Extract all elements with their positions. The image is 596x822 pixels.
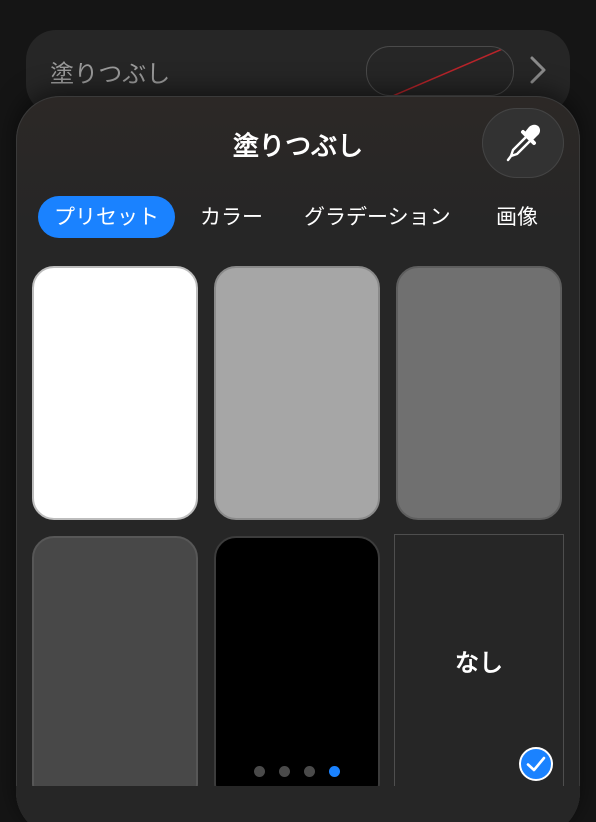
page-dot xyxy=(279,766,290,777)
page-indicator[interactable] xyxy=(254,766,340,778)
page-dot xyxy=(254,766,265,777)
fill-preview-swatch xyxy=(366,46,514,96)
preset-swatch-mid-gray[interactable] xyxy=(396,266,562,520)
none-label: なし xyxy=(455,649,503,677)
preset-swatch-light-gray[interactable] xyxy=(214,266,380,520)
fill-row-label: 塗りつぶし xyxy=(50,60,171,88)
eyedropper-button[interactable] xyxy=(482,108,564,178)
preset-swatch-none[interactable]: なし xyxy=(394,534,564,806)
tab-color[interactable]: カラー xyxy=(184,196,279,238)
eyedropper-icon xyxy=(506,124,541,162)
fill-type-tabs: プリセット カラー グラデーション 画像 xyxy=(38,196,580,238)
tab-image[interactable]: 画像 xyxy=(480,196,554,238)
no-fill-slash-icon xyxy=(393,47,508,95)
tab-gradient[interactable]: グラデーション xyxy=(288,196,467,238)
tab-preset[interactable]: プリセット xyxy=(38,196,175,238)
screen: 塗りつぶし 塗りつぶし プリセット カラー グラデーション 画像 なし xyxy=(0,0,596,822)
bottom-area xyxy=(16,786,580,822)
page-dot xyxy=(304,766,315,777)
fill-popover: 塗りつぶし プリセット カラー グラデーション 画像 なし xyxy=(16,96,580,822)
selected-check-icon xyxy=(519,747,553,781)
page-dot-current xyxy=(329,766,340,777)
preset-swatch-dark-gray[interactable] xyxy=(32,536,198,806)
chevron-right-icon xyxy=(530,56,546,84)
preset-swatch-white[interactable] xyxy=(32,266,198,520)
